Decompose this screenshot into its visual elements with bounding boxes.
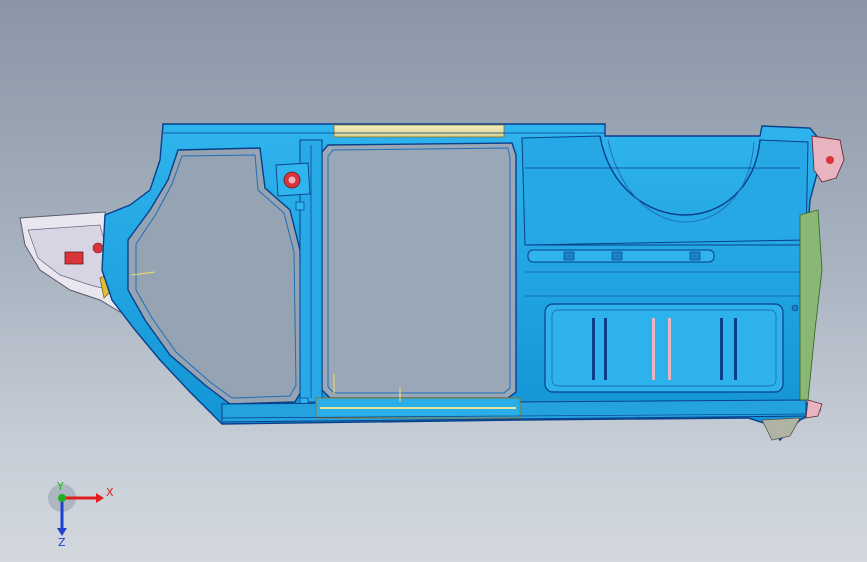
z-axis-label: Z (58, 536, 66, 549)
lower-rear-panel (544, 303, 799, 393)
y-axis-icon (58, 494, 66, 502)
coordinate-triad: X Y Z (48, 480, 114, 549)
rear-door-opening (321, 142, 517, 399)
y-axis-label: Y (56, 480, 64, 493)
body-side-panel-model[interactable] (0, 0, 867, 562)
x-axis-arrow-icon (96, 493, 104, 503)
z-axis-arrow-icon (57, 528, 67, 536)
x-axis-label: X (106, 486, 114, 499)
cad-viewport[interactable]: X Y Z (0, 0, 867, 562)
roof-rail (333, 124, 505, 138)
